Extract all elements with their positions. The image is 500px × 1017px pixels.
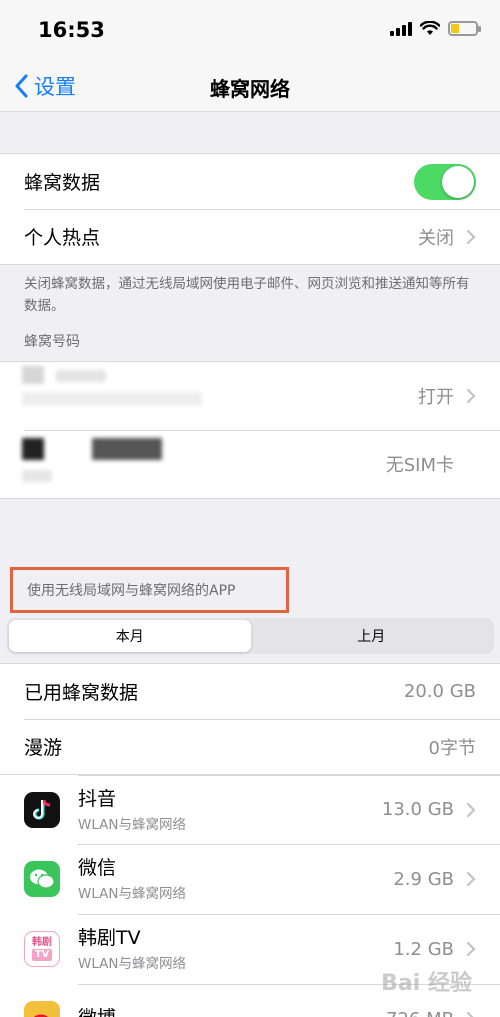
app-subtitle: WLAN与蜂窝网络 <box>78 956 187 972</box>
cellular-note: 关闭蜂窝数据，通过无线局域网使用电子邮件、网页浏览和推送通知等所有数据。 <box>24 276 470 314</box>
chevron-right-icon <box>466 229 476 244</box>
app-usage: 2.9 GB <box>393 868 454 890</box>
chevron-right-icon <box>466 388 476 404</box>
hotspot-label: 个人热点 <box>24 227 101 249</box>
app-usage: 726 MB <box>386 1009 454 1017</box>
numbers-header: 蜂窝号码 <box>24 334 80 350</box>
chevron-right-icon <box>466 871 476 887</box>
apps-section-label: 使用无线局域网与蜂窝网络的APP <box>27 583 236 599</box>
app-subtitle: WLAN与蜂窝网络 <box>78 886 187 902</box>
used-data-value: 20.0 GB <box>403 681 476 702</box>
app-usage: 1.2 GB <box>393 938 454 960</box>
segment-last-month[interactable]: 上月 <box>251 620 493 652</box>
app-subtitle: WLAN与蜂窝网络 <box>78 816 187 833</box>
app-row-douyin[interactable]: 抖音 WLAN与蜂窝网络 13.0 GB <box>0 774 500 844</box>
douyin-icon <box>24 791 60 828</box>
nav-bar: 设置 蜂窝网络 <box>0 60 500 112</box>
period-segmented-control: 本月 上月 <box>7 618 494 654</box>
numbers-group: 打开 无SIM卡 <box>0 361 500 499</box>
cellular-data-row: 蜂窝数据 <box>0 154 500 209</box>
cellular-data-label: 蜂窝数据 <box>24 172 101 194</box>
chevron-right-icon <box>466 802 476 817</box>
cellular-data-toggle[interactable] <box>414 163 476 200</box>
chevron-right-icon <box>466 941 476 957</box>
wifi-icon <box>420 20 440 35</box>
hotspot-row[interactable]: 个人热点 关闭 <box>0 209 500 264</box>
app-usage: 13.0 GB <box>381 799 454 820</box>
sim-1-value: 打开 <box>418 387 454 408</box>
app-name: 韩剧TV <box>78 927 141 949</box>
segment-this-month[interactable]: 本月 <box>9 620 251 652</box>
status-icons <box>390 20 481 36</box>
signal-icon <box>390 20 412 36</box>
sim-row-1[interactable]: 打开 <box>0 362 500 430</box>
hanjutv-icon: 韩剧 TV <box>24 931 60 967</box>
used-data-row: 已用蜂窝数据 20.0 GB <box>0 664 500 719</box>
roaming-label: 漫游 <box>24 737 63 759</box>
sim-row-2[interactable]: 无SIM卡 <box>0 430 500 498</box>
app-name: 抖音 <box>78 787 117 810</box>
chevron-right-icon <box>466 1011 474 1017</box>
watermark: Bai 经验 <box>381 971 472 996</box>
sim-2-value: 无SIM卡 <box>385 455 454 476</box>
usage-group: 已用蜂窝数据 20.0 GB 漫游 0字节 抖音 WLAN与蜂窝网络 13.0 … <box>0 663 500 1017</box>
roaming-value: 0字节 <box>428 737 476 759</box>
cellular-group: 蜂窝数据 个人热点 关闭 <box>0 153 500 265</box>
wechat-icon <box>24 861 60 897</box>
roaming-row: 漫游 0字节 <box>0 719 500 774</box>
status-bar: 16:53 <box>0 0 500 60</box>
apps-section-header: 使用无线局域网与蜂窝网络的APP <box>10 567 289 613</box>
used-data-label: 已用蜂窝数据 <box>24 682 139 704</box>
hotspot-value: 关闭 <box>418 227 454 249</box>
battery-icon <box>448 20 481 36</box>
status-time: 16:53 <box>38 18 105 42</box>
weibo-icon <box>24 1001 60 1017</box>
app-name: 微博 <box>78 1006 386 1017</box>
app-row-wechat[interactable]: 微信 WLAN与蜂窝网络 2.9 GB <box>0 844 500 914</box>
page-title: 蜂窝网络 <box>210 77 290 101</box>
app-name: 微信 <box>78 857 117 879</box>
